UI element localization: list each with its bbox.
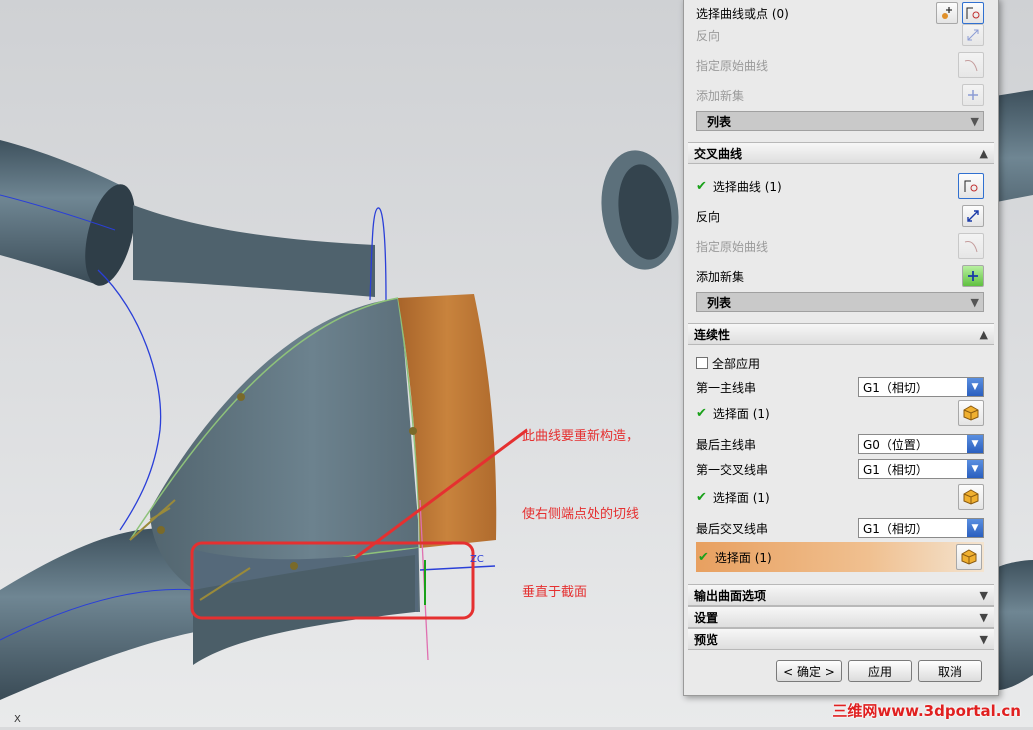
first-primary-face-row[interactable]: ✔ 选择面 (1) <box>696 400 984 426</box>
list-label: 列表 <box>707 295 732 310</box>
curve-select-icon[interactable] <box>958 173 984 199</box>
last-primary-select[interactable]: G0（位置） ▼ <box>858 434 984 454</box>
add-new-set-label: 添加新集 <box>696 88 745 103</box>
annotation-line: 垂直于截面 <box>522 585 588 600</box>
apply-all-row[interactable]: 全部应用 <box>696 351 984 375</box>
dropdown-arrow-icon: ▼ <box>967 378 983 396</box>
apply-all-checkbox[interactable] <box>696 357 708 369</box>
annotation-line: 使右侧端点处的切线 <box>522 507 640 522</box>
select-value: G1（相切） <box>863 462 928 477</box>
reverse-direction-icon <box>962 24 984 46</box>
cancel-button[interactable]: 取消 <box>918 660 982 682</box>
chevron-down-icon: ▼ <box>979 588 988 602</box>
specify-origin-curve-label: 指定原始曲线 <box>696 58 769 73</box>
face-select-icon[interactable] <box>958 400 984 426</box>
chevron-up-icon: ▲ <box>979 327 988 341</box>
add-new-set-label: 添加新集 <box>696 269 745 284</box>
list-label: 列表 <box>707 114 732 129</box>
section-title: 连续性 <box>694 327 731 342</box>
chevron-down-icon: ▼ <box>979 632 988 646</box>
last-primary-row: 最后主线串 G0（位置） ▼ <box>696 432 984 456</box>
dropdown-arrow-icon: ▼ <box>967 435 983 453</box>
select-face-label: 选择面 (1) <box>712 490 770 505</box>
curve-select-icon[interactable] <box>962 2 984 24</box>
select-curve-or-point-row[interactable]: 选择曲线或点 (0) <box>696 1 984 25</box>
reverse-label: 反向 <box>696 28 721 43</box>
first-cross-face-row[interactable]: ✔ 选择面 (1) <box>696 484 984 510</box>
ok-button[interactable]: < 确定 > <box>776 660 842 682</box>
last-cross-face-row-active[interactable]: ✔ 选择面 (1) <box>696 542 984 572</box>
section-title: 预览 <box>694 632 719 647</box>
check-icon: ✔ <box>696 178 707 194</box>
axis-triad-label: X <box>14 714 21 725</box>
watermark: 三维网www.3dportal.cn <box>832 702 1021 720</box>
dropdown-arrow-icon: ▼ <box>967 519 983 537</box>
chevron-down-icon: ▼ <box>970 295 979 309</box>
face-select-icon[interactable] <box>958 484 984 510</box>
last-cross-row: 最后交叉线串 G1（相切） ▼ <box>696 516 984 540</box>
section-title: 输出曲面选项 <box>694 588 767 603</box>
reverse-label: 反向 <box>696 209 721 224</box>
face-select-icon[interactable] <box>956 544 982 570</box>
check-icon: ✔ <box>696 405 707 421</box>
reverse-direction-icon[interactable] <box>962 205 984 227</box>
select-value: G0（位置） <box>863 437 928 452</box>
cross-origin-curve-row-disabled: 指定原始曲线 <box>696 233 984 259</box>
origin-curve-icon <box>958 233 984 259</box>
select-face-label: 选择面 (1) <box>714 550 772 565</box>
section-title: 交叉曲线 <box>694 146 743 161</box>
last-cross-select[interactable]: G1（相切） ▼ <box>858 518 984 538</box>
dropdown-arrow-icon: ▼ <box>967 460 983 478</box>
list-collapsed-cross[interactable]: 列表 ▼ <box>696 292 984 312</box>
first-primary-label: 第一主线串 <box>696 380 757 395</box>
select-face-label: 选择面 (1) <box>712 406 770 421</box>
svg-text:ZC: ZC <box>470 554 484 565</box>
specify-origin-curve-label: 指定原始曲线 <box>696 239 769 254</box>
apply-all-label: 全部应用 <box>712 356 761 371</box>
annotation-text: 此曲线要重新构造， 使右侧端点处的切线 垂直于截面 <box>522 372 639 632</box>
select-curve-or-point-label: 选择曲线或点 (0) <box>696 6 789 21</box>
swept-surface-dialog: 选择曲线或点 (0) 反向 指定原始曲线 添加新集 列表 ▼ 交叉曲线 ▲ ✔ <box>683 0 999 696</box>
first-cross-row: 第一交叉线串 G1（相切） ▼ <box>696 457 984 481</box>
section-title: 设置 <box>694 610 719 625</box>
cross-reverse-row[interactable]: 反向 <box>696 204 984 228</box>
chevron-down-icon: ▼ <box>970 114 979 128</box>
first-primary-select[interactable]: G1（相切） ▼ <box>858 377 984 397</box>
specify-origin-curve-row-disabled: 指定原始曲线 <box>696 52 984 78</box>
preview-header[interactable]: 预览 ▼ <box>688 628 994 650</box>
cross-add-new-set-row[interactable]: 添加新集 <box>696 264 984 288</box>
reverse-row-disabled: 反向 <box>696 23 984 47</box>
select-cross-curve-row[interactable]: ✔ 选择曲线 (1) <box>696 173 984 199</box>
check-icon: ✔ <box>696 489 707 505</box>
add-set-icon <box>962 84 984 106</box>
output-surface-options-header[interactable]: 输出曲面选项 ▼ <box>688 584 994 606</box>
origin-curve-icon <box>958 52 984 78</box>
first-cross-select[interactable]: G1（相切） ▼ <box>858 459 984 479</box>
first-primary-row: 第一主线串 G1（相切） ▼ <box>696 375 984 399</box>
add-set-icon[interactable] <box>962 265 984 287</box>
list-collapsed-top[interactable]: 列表 ▼ <box>696 111 984 131</box>
cross-curves-header[interactable]: 交叉曲线 ▲ <box>688 142 994 164</box>
select-curve-label: 选择曲线 (1) <box>712 179 782 194</box>
continuity-header[interactable]: 连续性 ▲ <box>688 323 994 345</box>
point-dialog-icon[interactable] <box>936 2 958 24</box>
select-value: G1（相切） <box>863 521 928 536</box>
last-primary-label: 最后主线串 <box>696 437 757 452</box>
add-new-set-row-disabled: 添加新集 <box>696 83 984 107</box>
settings-header[interactable]: 设置 ▼ <box>688 606 994 628</box>
chevron-down-icon: ▼ <box>979 610 988 624</box>
last-cross-label: 最后交叉线串 <box>696 521 769 536</box>
check-icon: ✔ <box>698 549 709 565</box>
chevron-up-icon: ▲ <box>979 146 988 160</box>
annotation-line: 此曲线要重新构造， <box>522 429 640 444</box>
apply-button[interactable]: 应用 <box>848 660 912 682</box>
select-value: G1（相切） <box>863 380 928 395</box>
first-cross-label: 第一交叉线串 <box>696 462 769 477</box>
